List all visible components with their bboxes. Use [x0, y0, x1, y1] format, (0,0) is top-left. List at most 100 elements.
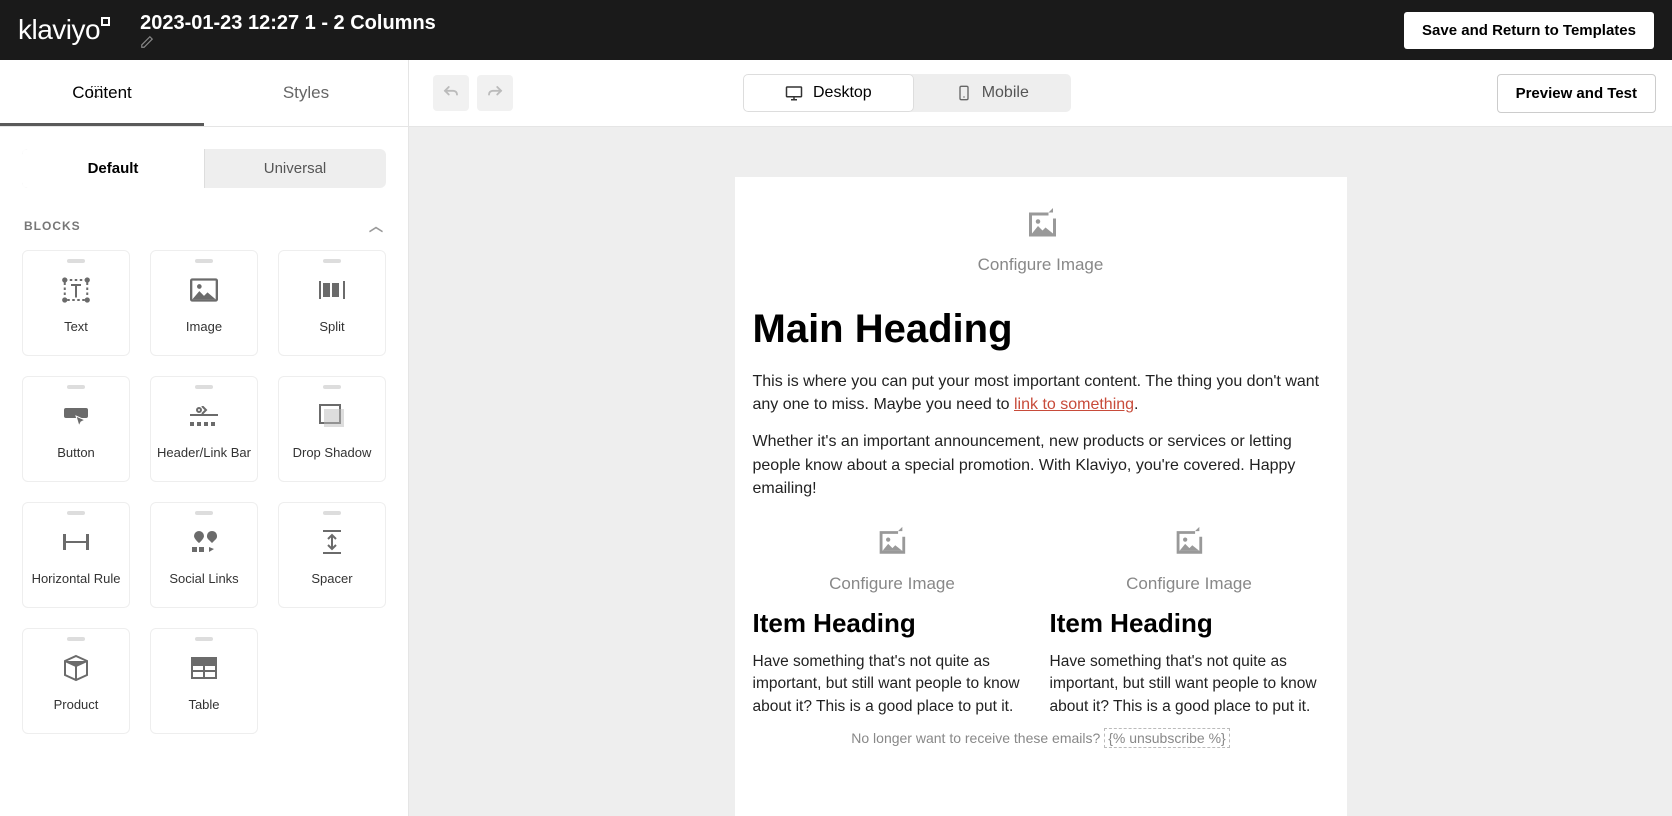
blocks-section-header[interactable]: BLOCKS ︿ — [0, 210, 408, 250]
block-table[interactable]: Table — [150, 628, 258, 734]
block-label: Table — [188, 697, 219, 712]
drag-handle-icon — [195, 385, 213, 389]
item-heading-left[interactable]: Item Heading — [753, 608, 1032, 639]
configure-image-label: Configure Image — [1050, 574, 1329, 594]
block-label: Split — [319, 319, 344, 334]
item-para-left[interactable]: Have something that's not quite as impor… — [753, 651, 1032, 718]
footer-text: No longer want to receive these emails? — [851, 730, 1104, 746]
configure-image-label: Configure Image — [735, 255, 1347, 275]
sidebar: Default Universal BLOCKS ︿ Text Image Sp… — [0, 127, 409, 816]
image-placeholder-icon — [1023, 205, 1059, 241]
image-placeholder-left[interactable]: Configure Image — [753, 514, 1032, 600]
column-right[interactable]: Configure Image Item Heading Have someth… — [1050, 514, 1329, 718]
tab-content[interactable]: Content ⬚ — [0, 60, 204, 126]
link-to-something[interactable]: link to something — [1014, 396, 1134, 413]
main-heading[interactable]: Main Heading — [753, 307, 1329, 352]
logo-mark-icon — [101, 17, 110, 26]
viewport-mobile-button[interactable]: Mobile — [914, 74, 1071, 112]
unsubscribe-tag[interactable]: {% unsubscribe %} — [1104, 728, 1230, 748]
block-label: Button — [57, 445, 95, 460]
block-label: Text — [64, 319, 88, 334]
template-title: 2023-01-23 12:27 1 - 2 Columns — [140, 12, 436, 34]
block-social-links[interactable]: Social Links — [150, 502, 258, 608]
block-spacer[interactable]: Spacer — [278, 502, 386, 608]
preview-and-test-button[interactable]: Preview and Test — [1497, 74, 1656, 113]
email-footer[interactable]: No longer want to receive these emails? … — [753, 718, 1329, 746]
block-horizontal-rule[interactable]: Horizontal Rule — [22, 502, 130, 608]
cursor-icon: ⬚ — [90, 82, 103, 99]
image-placeholder-right[interactable]: Configure Image — [1050, 514, 1329, 600]
split-icon — [317, 273, 347, 307]
block-label: Header/Link Bar — [157, 445, 251, 460]
drag-handle-icon — [67, 637, 85, 641]
drag-handle-icon — [323, 259, 341, 263]
block-text[interactable]: Text — [22, 250, 130, 356]
para1-text-b: . — [1134, 396, 1138, 413]
image-placeholder-icon — [874, 524, 910, 560]
block-label: Spacer — [311, 571, 352, 586]
image-icon — [190, 273, 218, 307]
product-icon — [62, 651, 90, 685]
viewport-mobile-label: Mobile — [982, 84, 1029, 102]
drag-handle-icon — [67, 511, 85, 515]
viewport-desktop-button[interactable]: Desktop — [743, 74, 914, 112]
spacer-icon — [319, 525, 345, 559]
block-image[interactable]: Image — [150, 250, 258, 356]
viewport-toggle: Desktop Mobile — [743, 74, 1071, 112]
canvas[interactable]: Configure Image Main Heading This is whe… — [409, 127, 1672, 816]
blocks-title: BLOCKS — [24, 219, 81, 233]
button-icon — [61, 399, 91, 433]
block-product[interactable]: Product — [22, 628, 130, 734]
email-template[interactable]: Configure Image Main Heading This is whe… — [735, 177, 1347, 816]
block-button[interactable]: Button — [22, 376, 130, 482]
top-bar: klaviyo 2023-01-23 12:27 1 - 2 Columns S… — [0, 0, 1672, 60]
editor-toolbar: Content ⬚ Styles Desktop Mobile Preview … — [0, 60, 1672, 127]
drag-handle-icon — [195, 637, 213, 641]
drag-handle-icon — [323, 385, 341, 389]
paragraph-2[interactable]: Whether it's an important announcement, … — [753, 430, 1329, 500]
template-title-wrap: 2023-01-23 12:27 1 - 2 Columns — [140, 12, 446, 49]
block-header-link-bar[interactable]: Header/Link Bar — [150, 376, 258, 482]
configure-image-label: Configure Image — [753, 574, 1032, 594]
item-para-right[interactable]: Have something that's not quite as impor… — [1050, 651, 1329, 718]
drag-handle-icon — [195, 511, 213, 515]
block-label: Product — [54, 697, 99, 712]
two-column-row: Configure Image Item Heading Have someth… — [753, 514, 1329, 718]
text-icon — [61, 273, 91, 307]
tab-styles[interactable]: Styles — [204, 60, 408, 126]
drag-handle-icon — [67, 259, 85, 263]
social-links-icon — [189, 525, 219, 559]
desktop-icon — [785, 84, 803, 102]
pencil-icon[interactable] — [140, 35, 446, 49]
block-label: Drop Shadow — [293, 445, 372, 460]
drag-handle-icon — [67, 385, 85, 389]
horizontal-rule-icon — [61, 525, 91, 559]
logo-text: klaviyo — [18, 14, 100, 46]
block-label: Image — [186, 319, 222, 334]
block-drop-shadow[interactable]: Drop Shadow — [278, 376, 386, 482]
segment-default[interactable]: Default — [22, 149, 204, 188]
image-placeholder-main[interactable]: Configure Image — [735, 177, 1347, 297]
block-source-segment: Default Universal — [22, 149, 386, 188]
tab-styles-label: Styles — [283, 83, 329, 103]
chevron-up-icon: ︿ — [369, 216, 384, 236]
drop-shadow-icon — [318, 399, 346, 433]
block-split[interactable]: Split — [278, 250, 386, 356]
redo-button[interactable] — [477, 75, 513, 111]
column-left[interactable]: Configure Image Item Heading Have someth… — [753, 514, 1032, 718]
logo[interactable]: klaviyo — [18, 14, 110, 46]
drag-handle-icon — [195, 259, 213, 263]
viewport-desktop-label: Desktop — [813, 84, 872, 102]
mobile-icon — [956, 84, 972, 102]
image-placeholder-icon — [1171, 524, 1207, 560]
header-link-bar-icon — [188, 399, 220, 433]
item-heading-right[interactable]: Item Heading — [1050, 608, 1329, 639]
undo-button[interactable] — [433, 75, 469, 111]
block-label: Horizontal Rule — [32, 571, 121, 586]
save-and-return-button[interactable]: Save and Return to Templates — [1404, 12, 1654, 49]
drag-handle-icon — [323, 511, 341, 515]
paragraph-1[interactable]: This is where you can put your most impo… — [753, 370, 1329, 416]
segment-universal[interactable]: Universal — [204, 149, 386, 188]
table-icon — [190, 651, 218, 685]
block-label: Social Links — [169, 571, 238, 586]
